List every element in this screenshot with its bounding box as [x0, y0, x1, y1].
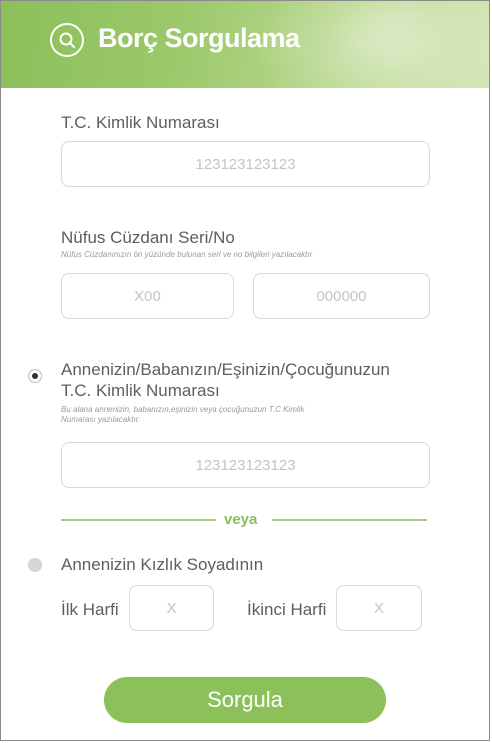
relative-label-line2: T.C. Kimlik Numarası	[61, 381, 220, 400]
second-letter-input[interactable]	[336, 585, 422, 631]
relative-label-line1: Annenizin/Babanızın/Eşinizin/Çocuğunuzun	[61, 360, 390, 379]
seri-input[interactable]	[61, 273, 234, 319]
search-icon	[50, 23, 84, 57]
second-letter-label: İkinci Harfi	[247, 600, 327, 619]
sorgula-button[interactable]: Sorgula	[104, 677, 386, 723]
first-letter-label: İlk Harfi	[61, 600, 119, 619]
nufus-label: Nüfus Cüzdanı Seri/No	[61, 228, 235, 247]
relative-hint-line2: Numarası yazılacaktır.	[61, 415, 141, 424]
no-input[interactable]	[253, 273, 430, 319]
divider-line-right	[272, 519, 427, 521]
tc-label: T.C. Kimlik Numarası	[61, 113, 220, 132]
header-banner: Borç Sorgulama	[1, 1, 489, 88]
relative-tc-input[interactable]	[61, 442, 430, 488]
header-decoration-2	[331, 1, 451, 71]
page-title: Borç Sorgulama	[98, 23, 300, 53]
maiden-radio[interactable]	[28, 558, 42, 572]
relative-radio[interactable]	[28, 369, 42, 383]
maiden-label: Annenizin Kızlık Soyadının	[61, 555, 264, 574]
divider-text: veya	[224, 511, 258, 528]
divider-line-left	[61, 519, 216, 521]
relative-hint-line1: Bu alana annenizin, babanızın,eşinizin v…	[61, 405, 305, 414]
tc-input[interactable]	[61, 141, 430, 187]
nufus-hint: Nüfus Cüzdanınızın ön yüzünde bulunan se…	[61, 250, 313, 259]
first-letter-input[interactable]	[129, 585, 214, 631]
